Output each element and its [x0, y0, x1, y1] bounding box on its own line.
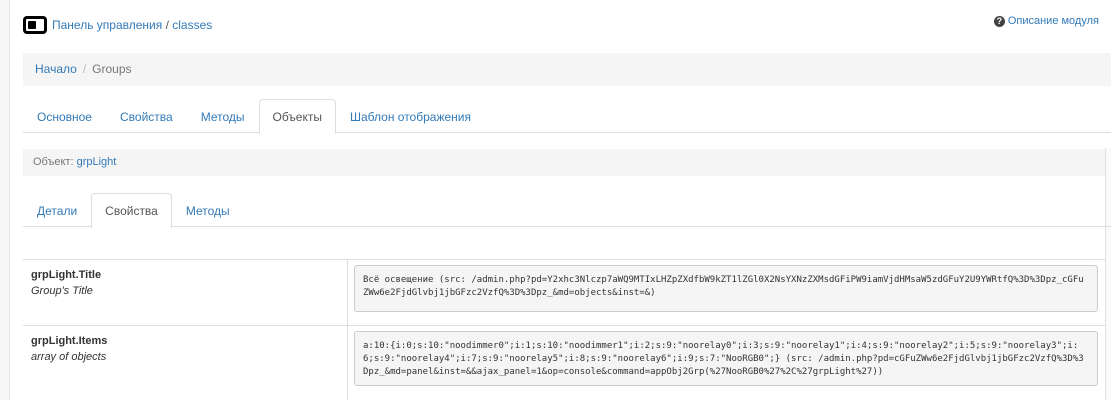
- menu-toggle-icon[interactable]: [23, 16, 47, 34]
- object-tabs: Детали Свойства Методы: [23, 193, 1111, 228]
- property-row: grpLight.Title Group's Title Всё освещен…: [23, 260, 1105, 326]
- tab-details[interactable]: Детали: [23, 193, 91, 227]
- question-circle-icon: ?: [993, 16, 1005, 27]
- tab-main[interactable]: Основное: [23, 99, 106, 133]
- module-help-label: Описание модуля: [1007, 15, 1099, 27]
- header-breadcrumb: Панель управления / classes: [52, 18, 212, 32]
- properties-table: grpLight.Title Group's Title Всё освещен…: [23, 259, 1105, 400]
- right-scroll-edge: [1105, 148, 1111, 400]
- classes-link[interactable]: classes: [172, 18, 212, 32]
- tab-object-methods[interactable]: Методы: [172, 193, 244, 227]
- main-tabs: Основное Свойства Методы Объекты Шаблон …: [23, 99, 1111, 134]
- object-name-link[interactable]: grpLight: [77, 156, 117, 168]
- breadcrumb: Начало / Groups: [23, 53, 1111, 86]
- column-divider: [347, 260, 348, 325]
- control-panel-link[interactable]: Панель управления: [52, 18, 162, 32]
- property-row: grpLight.Items array of objects a:10:{i:…: [23, 326, 1105, 400]
- column-divider: [347, 326, 348, 400]
- tab-properties[interactable]: Свойства: [106, 99, 187, 133]
- property-value-box[interactable]: Всё освещение (src: /admin.php?pd=Y2xhc3…: [354, 265, 1098, 312]
- tab-display-template[interactable]: Шаблон отображения: [336, 99, 485, 133]
- breadcrumb-current: Groups: [92, 62, 132, 76]
- tab-objects[interactable]: Объекты: [258, 99, 336, 134]
- header-breadcrumb-separator: /: [162, 18, 173, 32]
- tab-methods[interactable]: Методы: [187, 99, 259, 133]
- breadcrumb-home-link[interactable]: Начало: [35, 62, 77, 76]
- object-label: Объект:: [33, 156, 74, 168]
- left-sidebar-edge: [0, 0, 10, 400]
- property-description: Group's Title: [31, 285, 93, 297]
- property-name: grpLight.Items: [31, 335, 108, 347]
- property-value-box[interactable]: a:10:{i:0;s:10:"noodimmer0";i:1;s:10:"no…: [354, 331, 1098, 386]
- property-name: grpLight.Title: [31, 269, 102, 281]
- property-description: array of objects: [31, 351, 107, 363]
- module-help-link[interactable]: ? Описание модуля: [993, 15, 1099, 27]
- tab-object-properties[interactable]: Свойства: [91, 193, 172, 228]
- object-bar: Объект: grpLight: [23, 149, 1105, 176]
- top-header: Панель управления / classes ? Описание мо…: [23, 14, 1099, 36]
- breadcrumb-separator: /: [82, 62, 87, 76]
